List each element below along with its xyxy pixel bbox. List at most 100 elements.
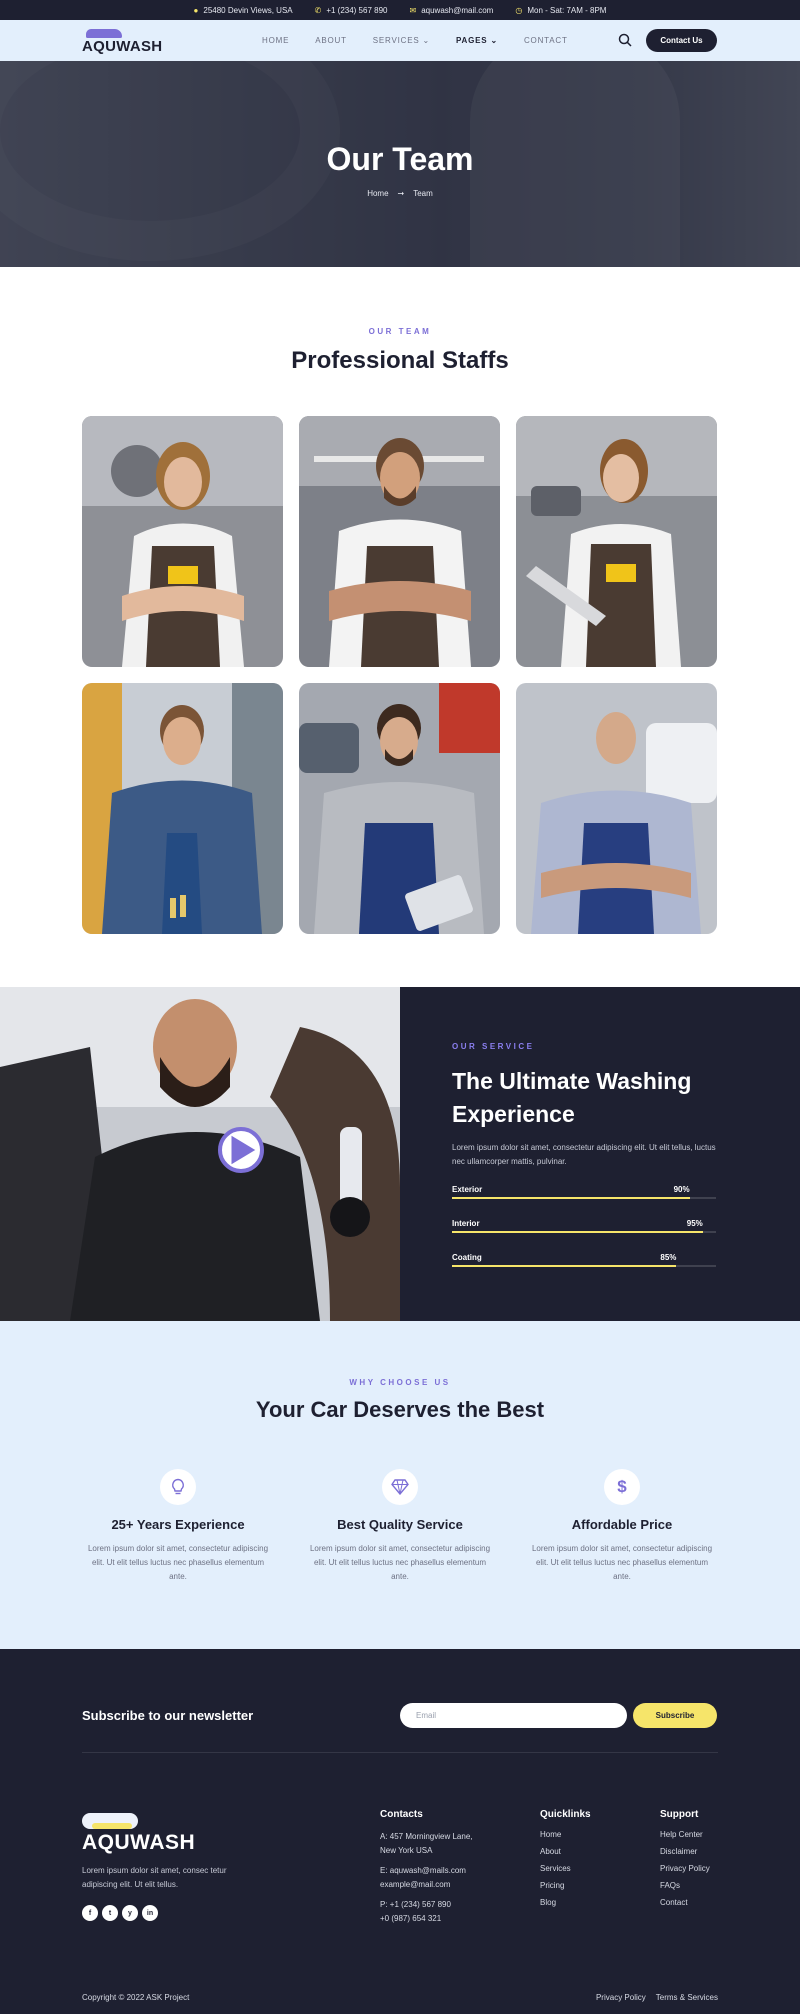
arrow-right-icon: ➞ xyxy=(397,189,405,198)
car-logo-icon xyxy=(82,27,126,39)
skill-bar-track xyxy=(452,1197,716,1199)
breadcrumb: Home ➞ Team xyxy=(0,189,800,198)
team-member-photo-5[interactable] xyxy=(299,683,500,934)
team-member-photo-6[interactable] xyxy=(516,683,717,934)
car-logo-icon xyxy=(82,1809,138,1831)
email-text: aquwash@mail.com xyxy=(421,5,494,15)
skill-bar-fill xyxy=(452,1231,703,1233)
nav-services[interactable]: SERVICES xyxy=(373,36,430,45)
quicklink-home[interactable]: Home xyxy=(540,1830,591,1839)
nav-about[interactable]: ABOUT xyxy=(315,36,347,45)
feature-experience: 25+ Years Experience Lorem ipsum dolor s… xyxy=(78,1469,278,1584)
main-nav: HOME ABOUT SERVICES PAGES CONTACT xyxy=(262,36,568,45)
privacy-policy-link[interactable]: Privacy Policy xyxy=(596,1993,646,2002)
team-eyebrow: OUR TEAM xyxy=(368,327,432,336)
feature-title: 25+ Years Experience xyxy=(111,1517,245,1532)
footer-logo-text: AQUWASH xyxy=(82,1831,196,1854)
feature-icon-wrapper xyxy=(160,1469,196,1505)
legal-links: Privacy Policy Terms & Services xyxy=(596,1993,718,2002)
footer-contacts: Contacts A: 457 Morningview Lane, New Yo… xyxy=(380,1809,473,1926)
hours-info: ◷ Mon - Sat: 7AM - 8PM xyxy=(515,6,606,15)
location-pin-icon: ● xyxy=(193,5,199,15)
clock-icon: ◷ xyxy=(515,5,523,15)
team-title: Professional Staffs xyxy=(291,347,509,374)
skill-bar-percent: 90% xyxy=(673,1185,690,1194)
nav-contact[interactable]: CONTACT xyxy=(524,36,568,45)
footer-divider xyxy=(82,1752,718,1753)
contact-us-button[interactable]: Contact Us xyxy=(646,29,717,52)
terms-link[interactable]: Terms & Services xyxy=(656,1993,718,2002)
play-video-button[interactable] xyxy=(218,1127,264,1173)
why-title: Your Car Deserves the Best xyxy=(255,1397,545,1422)
quicklink-about[interactable]: About xyxy=(540,1847,591,1856)
youtube-icon[interactable]: y xyxy=(122,1905,138,1921)
social-links: f t y in xyxy=(82,1905,158,1921)
why-choose-us-section: WHY CHOOSE US Your Car Deserves the Best… xyxy=(0,1321,800,1649)
page-title: Our Team xyxy=(326,141,474,177)
footer-quicklinks: Quicklinks Home About Services Pricing B… xyxy=(540,1809,591,1915)
skill-bar-track xyxy=(452,1265,716,1267)
contact-email-line[interactable]: E: aquwash@mails.com xyxy=(380,1864,473,1878)
footer-logo[interactable]: AQUWASH xyxy=(82,1809,195,1855)
feature-icon-wrapper xyxy=(382,1469,418,1505)
site-footer: Subscribe to our newsletter Email Subscr… xyxy=(0,1649,800,2014)
service-video-thumbnail[interactable] xyxy=(0,987,400,1321)
contact-phone-line[interactable]: +0 (987) 654 321 xyxy=(380,1912,473,1926)
skill-bar-fill xyxy=(452,1265,677,1267)
team-member-photo-2[interactable] xyxy=(299,416,500,667)
support-faqs[interactable]: FAQs xyxy=(660,1881,710,1890)
support-heading: Support xyxy=(660,1809,699,1820)
why-eyebrow: WHY CHOOSE US xyxy=(349,1378,451,1387)
facebook-icon[interactable]: f xyxy=(82,1905,98,1921)
skill-bar-track xyxy=(452,1231,716,1233)
service-eyebrow: OUR SERVICE xyxy=(452,1042,535,1051)
site-logo[interactable]: AQUWASH xyxy=(82,27,162,54)
team-member-photo-1[interactable] xyxy=(82,416,283,667)
phone-icon: ✆ xyxy=(314,5,322,15)
newsletter-title: Subscribe to our newsletter xyxy=(82,1708,254,1723)
email-info[interactable]: ✉ aquwash@mail.com xyxy=(409,6,493,15)
skill-bar-coating: Coating 85% xyxy=(452,1253,716,1271)
feature-quality: Best Quality Service Lorem ipsum dolor s… xyxy=(300,1469,500,1584)
footer-support: Support Help Center Disclaimer Privacy P… xyxy=(660,1809,710,1915)
support-disclaimer[interactable]: Disclaimer xyxy=(660,1847,710,1856)
support-privacy-policy[interactable]: Privacy Policy xyxy=(660,1864,710,1873)
lightbulb-icon xyxy=(172,1478,184,1495)
nav-pages[interactable]: PAGES xyxy=(456,36,498,45)
skill-bar-fill xyxy=(452,1197,690,1199)
team-section: OUR TEAM Professional Staffs xyxy=(0,267,800,987)
team-member-photo-3[interactable] xyxy=(516,416,717,667)
service-title: The Ultimate Washing Experience xyxy=(452,1068,692,1127)
team-member-photo-4[interactable] xyxy=(82,683,283,934)
breadcrumb-home[interactable]: Home xyxy=(367,189,388,198)
phone-info[interactable]: ✆ +1 (234) 567 890 xyxy=(315,6,388,15)
contact-email-line[interactable]: example@mail.com xyxy=(380,1878,473,1892)
newsletter-email-input[interactable]: Email xyxy=(400,1703,627,1728)
twitter-icon[interactable]: t xyxy=(102,1905,118,1921)
phone-text: +1 (234) 567 890 xyxy=(326,5,388,15)
linkedin-icon[interactable]: in xyxy=(142,1905,158,1921)
contact-address-line: A: 457 Morningview Lane, xyxy=(380,1832,473,1841)
feature-text: Lorem ipsum dolor sit amet, consectetur … xyxy=(87,1544,269,1581)
contact-phone-line[interactable]: P: +1 (234) 567 890 xyxy=(380,1898,473,1912)
feature-text: Lorem ipsum dolor sit amet, consectetur … xyxy=(309,1544,491,1581)
copyright-text: Copyright © 2022 ASK Project xyxy=(82,1993,190,2002)
address-info: ● 25480 Devin Views, USA xyxy=(194,6,293,15)
quicklink-pricing[interactable]: Pricing xyxy=(540,1881,591,1890)
contacts-heading: Contacts xyxy=(380,1809,423,1820)
play-icon xyxy=(231,1135,256,1165)
nav-home[interactable]: HOME xyxy=(262,36,289,45)
skill-bar-label: Coating xyxy=(452,1253,482,1262)
skill-bar-interior: Interior 95% xyxy=(452,1219,716,1237)
support-contact[interactable]: Contact xyxy=(660,1898,710,1907)
hours-text: Mon - Sat: 7AM - 8PM xyxy=(527,5,607,15)
quicklink-blog[interactable]: Blog xyxy=(540,1898,591,1907)
quicklink-services[interactable]: Services xyxy=(540,1864,591,1873)
subscribe-button[interactable]: Subscribe xyxy=(633,1703,717,1728)
breadcrumb-current: Team xyxy=(413,189,433,198)
search-icon[interactable] xyxy=(618,33,632,47)
address-text: 25480 Devin Views, USA xyxy=(203,5,293,15)
contact-address-line: New York USA xyxy=(380,1846,433,1855)
support-help-center[interactable]: Help Center xyxy=(660,1830,710,1839)
skill-bars: Exterior 90% Interior 95% Coating 85% xyxy=(452,1185,716,1271)
